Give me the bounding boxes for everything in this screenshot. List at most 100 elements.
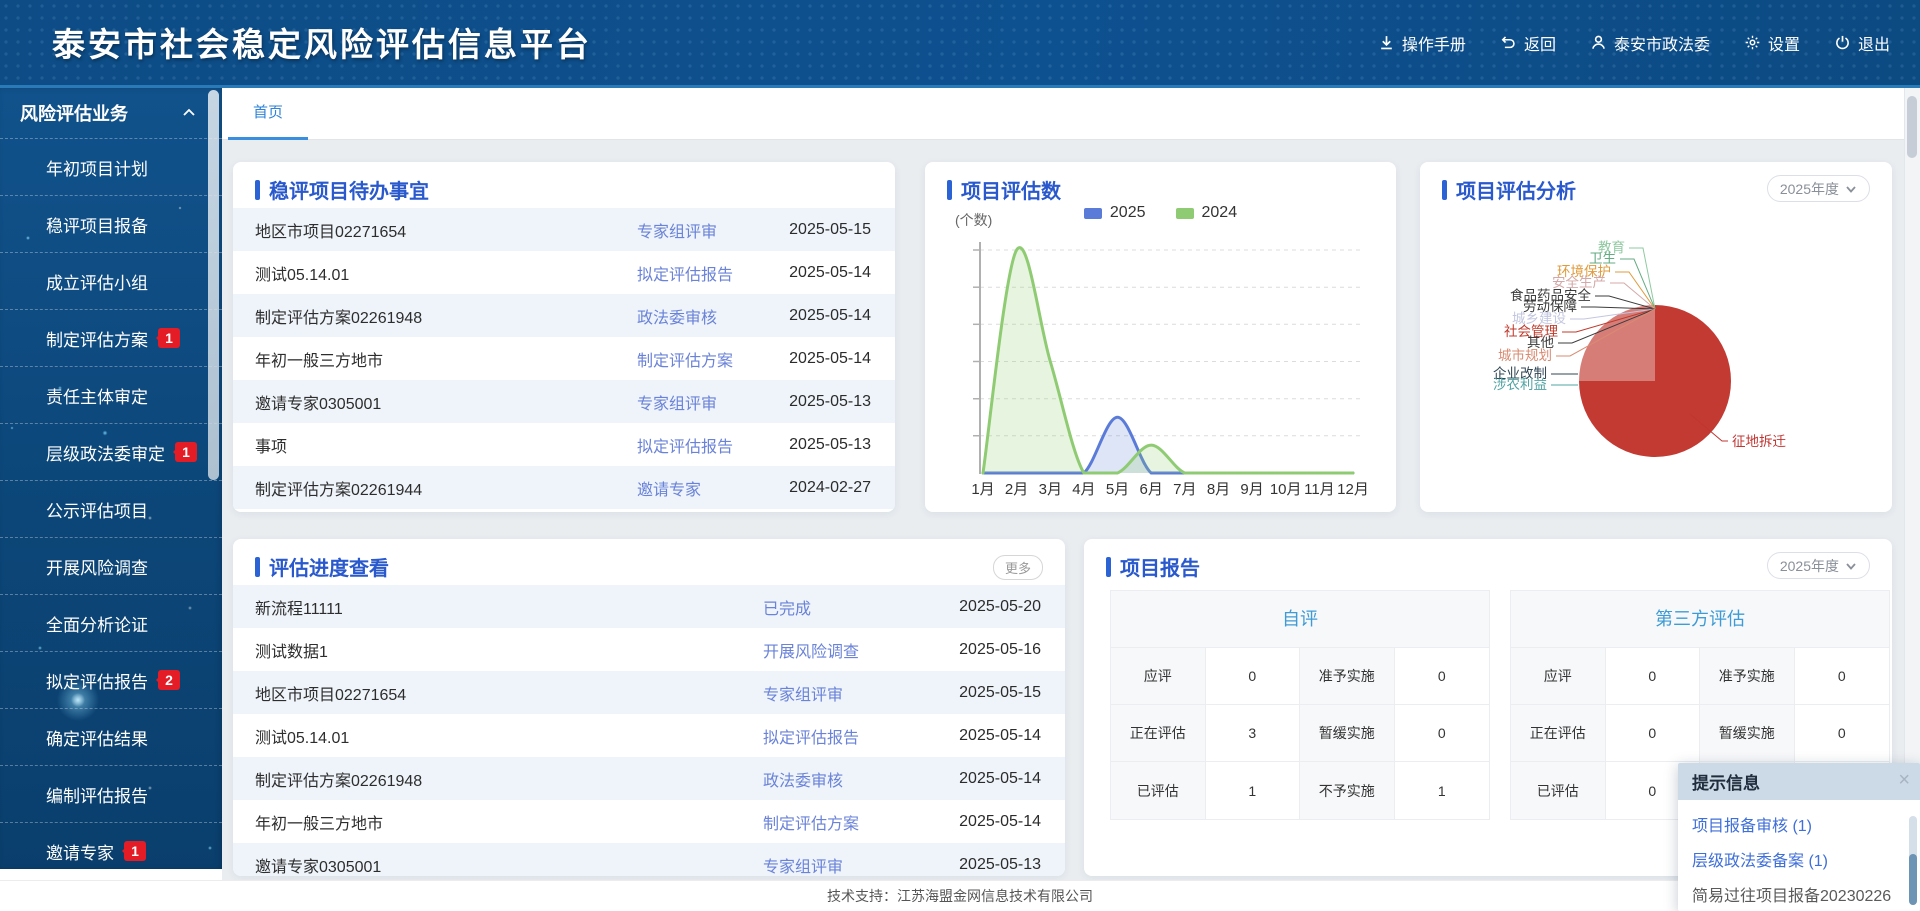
sidebar-item-7[interactable]: 开展风险调查	[0, 537, 222, 594]
close-icon[interactable]: ×	[1898, 769, 1910, 792]
status-link[interactable]: 专家组评审	[763, 681, 843, 705]
analysis-year-select[interactable]: 2025年度	[1767, 175, 1870, 202]
report-row: 已评估1不予实施1	[1111, 762, 1489, 819]
report-year-select[interactable]: 2025年度	[1767, 552, 1870, 579]
report-table-title[interactable]: 第三方评估	[1511, 591, 1889, 648]
sidebar-scrollbar-thumb[interactable]	[208, 90, 219, 480]
report-label: 暂缓实施	[1700, 705, 1795, 761]
sidebar-item-6[interactable]: 公示评估项目	[0, 480, 222, 537]
svg-text:10月: 10月	[1270, 481, 1302, 498]
report-value: 1	[1206, 762, 1301, 819]
sidebar-group-risk-assessment[interactable]: 风险评估业务	[0, 88, 222, 138]
status-link[interactable]: 拟定评估报告	[763, 724, 859, 748]
row-date: 2025-05-14	[959, 770, 1041, 788]
sidebar-item-3[interactable]: 制定评估方案1	[0, 309, 222, 366]
page-scrollbar-thumb[interactable]	[1907, 96, 1917, 158]
status-link[interactable]: 邀请专家	[637, 476, 701, 500]
pie-chart: 教育卫生环境保护安全生产食品药品安全劳动保障城乡建设社会管理其他城市规划企业改制…	[1420, 202, 1892, 512]
table-row: 地区市项目02271654专家组评审2025-05-15	[233, 208, 895, 251]
sidebar-items: 年初项目计划稳评项目报备成立评估小组制定评估方案1 责任主体审定层级政法委审定 1 公…	[0, 138, 222, 869]
sidebar-item-12[interactable]: 邀请专家1	[0, 822, 222, 869]
user-icon	[1590, 34, 1607, 51]
sidebar-item-1[interactable]: 稳评项目报备	[0, 195, 222, 252]
status-link[interactable]: 已完成	[763, 595, 811, 619]
sidebar-item-5[interactable]: 层级政法委审定 1	[0, 423, 222, 480]
more-button[interactable]: 更多	[993, 555, 1043, 580]
report-value: 0	[1395, 705, 1490, 761]
project-name: 事项	[255, 433, 287, 457]
toast-link-0[interactable]: 项目报备审核 (1)	[1692, 812, 1906, 836]
todo-card: 稳评项目待办事宜 地区市项目02271654专家组评审2025-05-15测试0…	[233, 162, 895, 512]
report-card-title: 项目报告	[1120, 552, 1200, 581]
legend-swatch	[1176, 208, 1194, 219]
report-value: 0	[1795, 705, 1890, 761]
sidebar-item-8[interactable]: 全面分析论证	[0, 594, 222, 651]
title-bar-decoration	[255, 180, 260, 200]
toast-scrollbar-thumb[interactable]	[1909, 854, 1917, 905]
row-date: 2025-05-15	[959, 684, 1041, 702]
chevron-up-icon	[182, 106, 196, 120]
sidebar-item-label: 稳评项目报备	[46, 212, 148, 237]
analysis-year-value: 2025年度	[1780, 179, 1839, 199]
sidebar-nav: 风险评估业务 年初项目计划稳评项目报备成立评估小组制定评估方案1责任主体审定层级…	[0, 88, 222, 869]
report-value: 0	[1395, 648, 1490, 704]
status-link[interactable]: 政法委审核	[637, 304, 717, 328]
sidebar-item-4[interactable]: 责任主体审定	[0, 366, 222, 423]
report-label: 已评估	[1111, 762, 1206, 819]
main-content: 首页 稳评项目待办事宜 地区市项目02271654专家组评审2025-05-15…	[222, 88, 1920, 880]
report-label: 暂缓实施	[1300, 705, 1395, 761]
legend-item-2024[interactable]: 2024	[1176, 204, 1238, 222]
table-row: 年初一般三方地市制定评估方案2025-05-14	[233, 800, 1065, 843]
toast-link-1[interactable]: 层级政法委备案 (1)	[1692, 847, 1906, 871]
sidebar-item-0[interactable]: 年初项目计划	[0, 138, 222, 195]
report-table-title[interactable]: 自评	[1111, 591, 1489, 648]
svg-text:5月: 5月	[1106, 481, 1129, 498]
project-name: 邀请专家0305001	[255, 390, 381, 414]
todo-rows: 地区市项目02271654专家组评审2025-05-15测试05.14.01拟定…	[233, 208, 895, 509]
status-link[interactable]: 专家组评审	[637, 218, 717, 242]
sidebar-item-9[interactable]: 拟定评估报告2	[0, 651, 222, 708]
header-menu-item-4[interactable]: 退出	[1834, 31, 1890, 55]
status-link[interactable]: 开展风险调查	[763, 638, 859, 662]
status-link[interactable]: 专家组评审	[763, 853, 843, 877]
svg-text:城市规划: 城市规划	[1498, 347, 1552, 363]
status-link[interactable]: 制定评估方案	[637, 347, 733, 371]
chevron-down-icon	[1845, 560, 1857, 572]
svg-text:3月: 3月	[1039, 481, 1062, 498]
header-menu-item-2[interactable]: 泰安市政法委	[1590, 31, 1710, 55]
report-label: 正在评估	[1511, 705, 1606, 761]
sidebar-item-label: 公示评估项目	[46, 497, 148, 522]
header-menu-item-0[interactable]: 操作手册	[1378, 31, 1466, 55]
toast-body: 项目报备审核 (1)层级政法委备案 (1)简易过往项目报备20230226	[1678, 800, 1920, 906]
return-icon	[1500, 34, 1517, 51]
header-menu-item-1[interactable]: 返回	[1500, 31, 1556, 55]
header-menu-item-3[interactable]: 设置	[1744, 31, 1800, 55]
report-value: 0	[1206, 648, 1301, 704]
sidebar-item-11[interactable]: 编制评估报告	[0, 765, 222, 822]
status-link[interactable]: 拟定评估报告	[637, 261, 733, 285]
row-date: 2025-05-15	[789, 221, 871, 239]
sidebar-item-label: 责任主体审定	[46, 383, 148, 408]
svg-text:12月: 12月	[1337, 481, 1369, 498]
status-link[interactable]: 制定评估方案	[763, 810, 859, 834]
report-value: 0	[1606, 705, 1701, 761]
legend-item-2025[interactable]: 2025	[1084, 204, 1146, 222]
status-link[interactable]: 政法委审核	[763, 767, 843, 791]
tab-home[interactable]: 首页	[228, 88, 308, 140]
project-name: 年初一般三方地市	[255, 810, 383, 834]
table-row: 制定评估方案02261948政法委审核2025-05-14	[233, 294, 895, 337]
title-bar-decoration	[947, 180, 952, 200]
chevron-down-icon	[1845, 183, 1857, 195]
row-date: 2025-05-14	[959, 727, 1041, 745]
status-link[interactable]: 专家组评审	[637, 390, 717, 414]
status-link[interactable]: 拟定评估报告	[637, 433, 733, 457]
table-row: 测试数据1开展风险调查2025-05-16	[233, 628, 1065, 671]
sidebar-item-10[interactable]: 确定评估结果	[0, 708, 222, 765]
count-badge: 1	[175, 442, 197, 462]
row-date: 2025-05-20	[959, 598, 1041, 616]
app-header: 泰安市社会稳定风险评估信息平台 操作手册返回泰安市政法委设置退出	[0, 0, 1920, 88]
table-row: 年初一般三方地市制定评估方案2025-05-14	[233, 337, 895, 380]
sidebar-item-label: 层级政法委审定	[46, 440, 165, 465]
sidebar-item-2[interactable]: 成立评估小组	[0, 252, 222, 309]
table-row: 事项拟定评估报告2025-05-13	[233, 423, 895, 466]
